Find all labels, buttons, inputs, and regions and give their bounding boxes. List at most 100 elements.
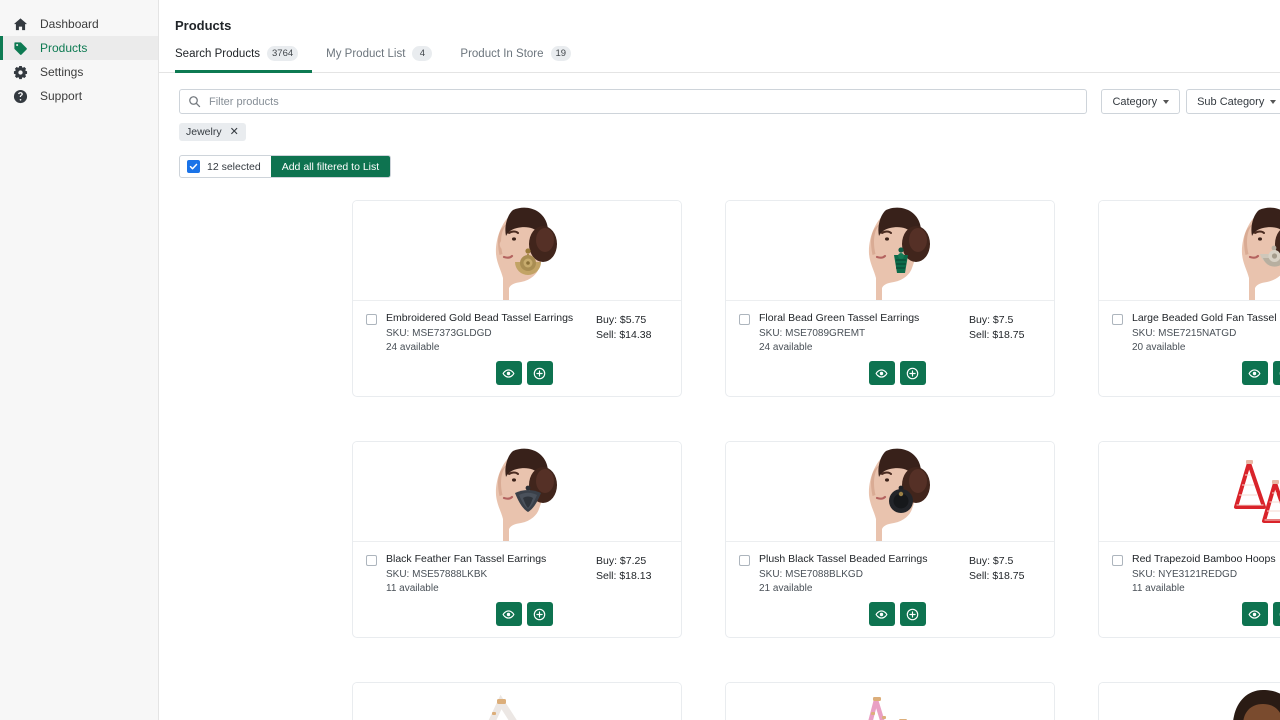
product-actions — [1113, 594, 1280, 637]
active-filter-chips: Jewelry ✕ — [159, 114, 1280, 141]
add-product-button[interactable] — [527, 602, 553, 626]
product-name: Floral Bead Green Tassel Earrings — [759, 312, 969, 325]
product-card[interactable]: Embroidered Gold Bead Tassel Earrings SK… — [352, 200, 682, 397]
product-info: Embroidered Gold Bead Tassel Earrings SK… — [353, 301, 681, 353]
product-card[interactable] — [352, 682, 682, 720]
tab-my-product-list[interactable]: My Product List 4 — [312, 46, 446, 73]
product-actions — [367, 353, 681, 396]
selection-bar: 12 selected Add all filtered to List — [159, 141, 1280, 178]
product-stock: 21 available — [759, 583, 969, 594]
checkmark-icon — [187, 160, 200, 173]
product-actions — [367, 594, 681, 637]
tab-badge: 19 — [551, 46, 572, 61]
product-image — [726, 683, 1054, 720]
product-sell-price: Sell: $18.13 — [596, 569, 668, 584]
chevron-down-icon — [1270, 100, 1276, 104]
product-sku: SKU: NYE3121REDGD — [1132, 569, 1280, 580]
add-product-button[interactable] — [1273, 602, 1280, 626]
filter-chip-jewelry[interactable]: Jewelry ✕ — [179, 123, 246, 141]
product-buy-price: Buy: $7.5 — [969, 554, 1041, 569]
sidebar-item-settings[interactable]: Settings — [0, 60, 158, 84]
view-product-button[interactable] — [869, 361, 895, 385]
sub-category-filter-label: Sub Category — [1197, 96, 1264, 108]
select-all-checkbox[interactable] — [180, 160, 207, 173]
selected-count-label: 12 selected — [207, 161, 271, 173]
product-image — [726, 201, 1054, 301]
selection-group: 12 selected Add all filtered to List — [179, 155, 391, 178]
product-card[interactable]: Plush Black Tassel Beaded Earrings SKU: … — [725, 441, 1055, 638]
add-product-button[interactable] — [900, 361, 926, 385]
product-checkbox[interactable] — [1112, 314, 1123, 325]
sidebar: Dashboard Products Settings — [0, 0, 159, 720]
product-card[interactable]: Black Feather Fan Tassel Earrings SKU: M… — [352, 441, 682, 638]
add-product-button[interactable] — [1273, 361, 1280, 385]
product-card[interactable] — [1098, 682, 1280, 720]
product-info: Plush Black Tassel Beaded Earrings SKU: … — [726, 542, 1054, 594]
add-product-button[interactable] — [527, 361, 553, 385]
tab-bar: Search Products 3764 My Product List 4 P… — [159, 46, 1280, 73]
home-icon — [12, 16, 28, 32]
product-stock: 24 available — [759, 342, 969, 353]
product-card[interactable]: Large Beaded Gold Fan Tassel Earrings SK… — [1098, 200, 1280, 397]
sub-category-filter-button[interactable]: Sub Category — [1186, 89, 1280, 114]
tag-icon — [12, 40, 28, 56]
sidebar-item-dashboard[interactable]: Dashboard — [0, 12, 158, 36]
view-product-button[interactable] — [496, 602, 522, 626]
product-card[interactable] — [725, 682, 1055, 720]
product-sku: SKU: MSE7215NATGD — [1132, 328, 1280, 339]
sidebar-item-support[interactable]: Support — [0, 84, 158, 108]
product-stock: 11 available — [1132, 583, 1280, 594]
search-input[interactable] — [209, 90, 1086, 113]
product-image — [1099, 683, 1280, 720]
category-filter-button[interactable]: Category — [1101, 89, 1180, 114]
view-product-button[interactable] — [1242, 602, 1268, 626]
product-name: Embroidered Gold Bead Tassel Earrings — [386, 312, 596, 325]
tab-product-in-store[interactable]: Product In Store 19 — [446, 46, 585, 73]
product-grid: Embroidered Gold Bead Tassel Earrings SK… — [159, 178, 1280, 720]
product-name: Black Feather Fan Tassel Earrings — [386, 553, 596, 566]
product-card[interactable]: Floral Bead Green Tassel Earrings SKU: M… — [725, 200, 1055, 397]
add-product-button[interactable] — [900, 602, 926, 626]
product-checkbox[interactable] — [1112, 555, 1123, 566]
product-image — [1099, 201, 1280, 301]
product-sku: SKU: MSE7088BLKGD — [759, 569, 969, 580]
product-card[interactable]: Red Trapezoid Bamboo Hoops SKU: NYE3121R… — [1098, 441, 1280, 638]
filter-toolbar: Category Sub Category More filters 12 — [159, 73, 1280, 114]
product-info: Large Beaded Gold Fan Tassel Earrings SK… — [1099, 301, 1280, 353]
view-product-button[interactable] — [1242, 361, 1268, 385]
product-checkbox[interactable] — [366, 555, 377, 566]
sidebar-item-products[interactable]: Products — [0, 36, 158, 60]
view-product-button[interactable] — [496, 361, 522, 385]
product-checkbox[interactable] — [739, 555, 750, 566]
product-image — [353, 442, 681, 542]
product-actions — [740, 594, 1054, 637]
tab-label: My Product List — [326, 48, 405, 60]
main-content: Products Search Products 3764 My Product… — [159, 0, 1280, 720]
product-sku: SKU: MSE57888LKBK — [386, 569, 596, 580]
product-checkbox[interactable] — [366, 314, 377, 325]
product-name: Large Beaded Gold Fan Tassel Earrings — [1132, 312, 1280, 325]
product-image — [353, 683, 681, 720]
product-checkbox[interactable] — [739, 314, 750, 325]
add-all-filtered-to-list-button[interactable]: Add all filtered to List — [271, 155, 390, 178]
app-root: Dashboard Products Settings — [0, 0, 1280, 720]
page-title: Products — [175, 18, 1280, 33]
sidebar-item-label: Settings — [40, 66, 83, 78]
sidebar-item-label: Support — [40, 90, 82, 102]
product-actions — [740, 353, 1054, 396]
product-stock: 20 available — [1132, 342, 1280, 353]
view-product-button[interactable] — [869, 602, 895, 626]
product-info: Floral Bead Green Tassel Earrings SKU: M… — [726, 301, 1054, 353]
tab-search-products[interactable]: Search Products 3764 — [175, 46, 312, 73]
product-sell-price: Sell: $18.75 — [969, 328, 1041, 343]
product-stock: 24 available — [386, 342, 596, 353]
search-icon — [188, 95, 201, 108]
search-box[interactable] — [179, 89, 1087, 114]
product-sku: SKU: MSE7089GREMT — [759, 328, 969, 339]
product-stock: 11 available — [386, 583, 596, 594]
question-circle-icon — [12, 88, 28, 104]
close-icon[interactable]: ✕ — [230, 127, 239, 138]
product-name: Plush Black Tassel Beaded Earrings — [759, 553, 969, 566]
tab-label: Product In Store — [460, 48, 543, 60]
filter-chip-label: Jewelry — [186, 126, 222, 138]
